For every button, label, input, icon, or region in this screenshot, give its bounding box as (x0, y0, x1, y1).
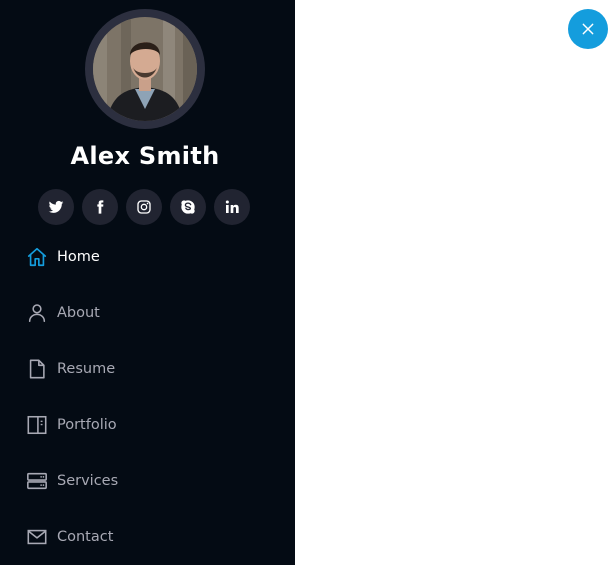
envelope-icon (26, 526, 48, 548)
nav-label-contact: Contact (57, 529, 114, 545)
twitter-link[interactable] (38, 189, 74, 225)
social-links (38, 189, 250, 225)
linkedin-link[interactable] (214, 189, 250, 225)
user-icon (26, 302, 48, 324)
nav-label-home: Home (57, 249, 100, 265)
nav-item-resume[interactable]: Resume (0, 341, 295, 397)
avatar-ring (85, 9, 205, 129)
nav-label-about: About (57, 305, 100, 321)
facebook-icon (97, 200, 104, 214)
home-icon (26, 246, 48, 268)
skype-link[interactable] (170, 189, 206, 225)
nav-label-resume: Resume (57, 361, 116, 377)
avatar (93, 17, 197, 121)
facebook-link[interactable] (82, 189, 118, 225)
nav-item-services[interactable]: Services (0, 453, 295, 509)
nav-label-portfolio: Portfolio (57, 417, 117, 433)
sidebar: Alex Smith Home About Resume Portfolio S… (0, 0, 295, 565)
server-icon (26, 470, 48, 492)
nav-item-portfolio[interactable]: Portfolio (0, 397, 295, 453)
book-icon (26, 414, 48, 436)
linkedin-icon (225, 200, 239, 213)
close-menu-button[interactable] (568, 9, 608, 49)
instagram-link[interactable] (126, 189, 162, 225)
instagram-icon (137, 200, 151, 214)
close-icon (582, 23, 594, 35)
nav-item-contact[interactable]: Contact (0, 509, 295, 565)
nav-item-home[interactable]: Home (0, 229, 295, 285)
twitter-icon (48, 200, 64, 213)
nav-item-about[interactable]: About (0, 285, 295, 341)
profile-name: Alex Smith (70, 142, 220, 170)
nav-label-services: Services (57, 473, 119, 489)
nav-menu: Home About Resume Portfolio Services Con… (0, 229, 295, 565)
skype-icon (181, 200, 195, 214)
file-icon (26, 358, 48, 380)
